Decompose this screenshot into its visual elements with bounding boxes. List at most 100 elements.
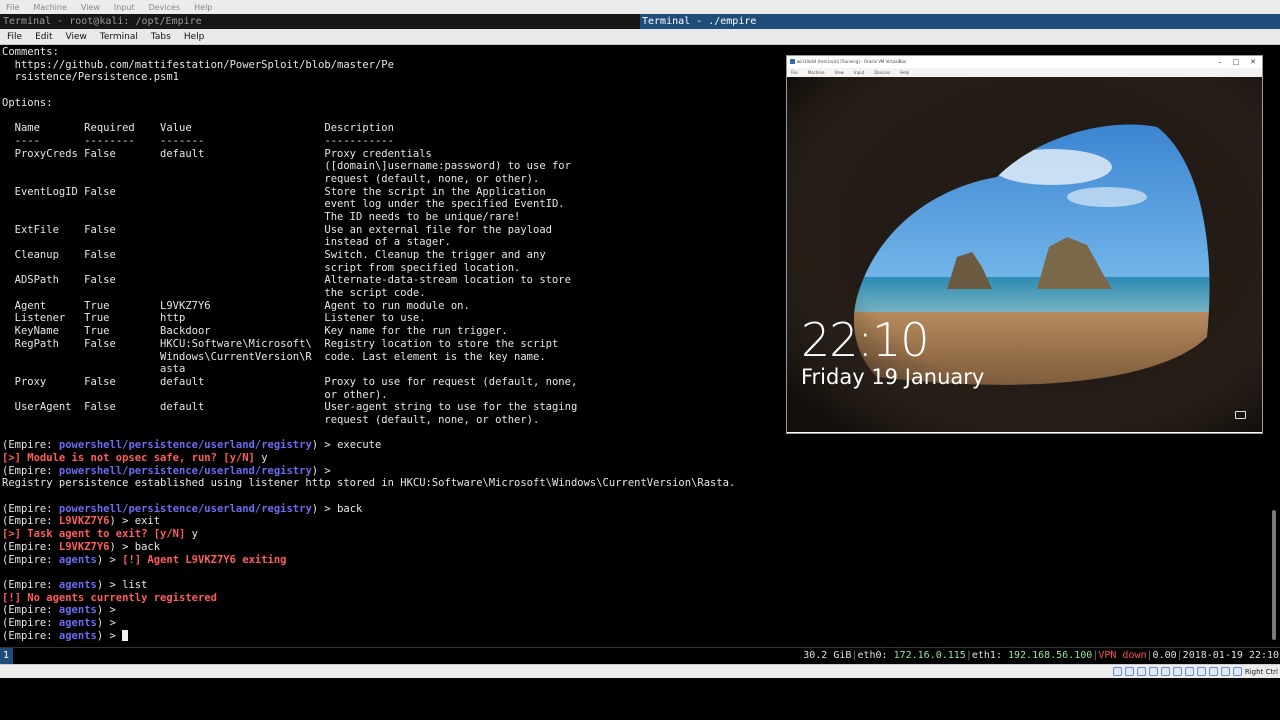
tmux-status-bar: 1 30.2 GiB | eth0: 172.16.0.115 | eth1: 192.…: [0, 647, 1280, 664]
terminal-text: (Empire:: [2, 616, 59, 629]
shared-folder-icon[interactable]: [1173, 667, 1182, 676]
terminal-text: ) >: [96, 629, 123, 642]
terminal-line: (Empire: agents) >: [2, 617, 735, 630]
optical-drive-icon[interactable]: [1125, 667, 1134, 676]
terminal-text: (Empire:: [2, 578, 59, 591]
terminal-line: Listener True http Listener to use.: [2, 312, 735, 325]
terminal-text: or other).: [2, 388, 388, 401]
terminal-line: (Empire: powershell/persistence/userland…: [2, 503, 735, 516]
vm-window[interactable]: win10x64 (test.local) [Running] - Oracle…: [786, 55, 1263, 434]
status-memory: 30.2 GiB: [803, 650, 852, 661]
host-status-bar: Right Ctrl: [0, 664, 1280, 678]
window-titles-bar: Terminal - root@kali: /opt/Empire Termin…: [0, 14, 1280, 29]
terminal-line: (Empire: agents) > list: [2, 579, 735, 592]
vm-titlebar[interactable]: win10x64 (test.local) [Running] - Oracle…: [787, 56, 1262, 68]
terminal-line: RegPath False HKCU:Software\Microsoft\ R…: [2, 338, 735, 351]
cpu-icon[interactable]: [1209, 667, 1218, 676]
menu-file[interactable]: File: [7, 32, 22, 42]
terminal-title-active[interactable]: Terminal - ./empire: [640, 14, 1280, 29]
terminal-text: Agent True L9VKZ7Y6 Agent to run module …: [2, 299, 470, 312]
network-adapter-icon[interactable]: [1149, 667, 1158, 676]
terminal-line: UserAgent False default User-agent strin…: [2, 401, 735, 414]
terminal-text: ExtFile False Use an external file for t…: [2, 223, 552, 236]
terminal-text: ) > exit: [109, 515, 161, 528]
usb-icon[interactable]: [1161, 667, 1170, 676]
terminal-text: ProxyCreds False default Proxy credentia…: [2, 147, 432, 160]
menu-tabs[interactable]: Tabs: [151, 32, 171, 42]
host-menu-bar: File Machine View Input Devices Help: [0, 0, 1280, 14]
terminal-text: y: [191, 528, 198, 541]
terminal-text: Options:: [2, 96, 53, 109]
windows-lock-screen[interactable]: 22:10 Friday 19 January: [787, 77, 1262, 432]
terminal-text: event log under the specified EventID.: [2, 198, 565, 211]
terminal-text: Cleanup False Switch. Cleanup the trigge…: [2, 249, 546, 261]
vm-menu-devices[interactable]: Devices: [874, 68, 890, 77]
terminal-text: ) > execute: [311, 439, 382, 452]
keyboard-icon[interactable]: [1233, 667, 1242, 676]
terminal-line: [!] No agents currently registered: [2, 592, 735, 605]
terminal-scrollbar[interactable]: [1268, 45, 1280, 647]
terminal-line: ProxyCreds False default Proxy credentia…: [2, 148, 735, 161]
maximize-icon[interactable]: □: [1233, 56, 1240, 68]
terminal-text: L9VKZ7Y6: [58, 540, 110, 553]
scrollbar-thumb[interactable]: [1272, 510, 1276, 640]
terminal-text: request (default, none, or other).: [2, 413, 540, 426]
terminal-text: script from specified location.: [2, 261, 521, 274]
host-menu-input[interactable]: Input: [114, 3, 135, 12]
vm-menu-file[interactable]: File: [791, 68, 798, 77]
vm-menu-help[interactable]: Help: [900, 68, 909, 77]
terminal-line: event log under the specified EventID.: [2, 198, 735, 211]
hard-disk-icon[interactable]: [1113, 667, 1122, 676]
terminal-line: (Empire: powershell/persistence/userland…: [2, 465, 735, 478]
terminal-line: Name Required Value Description: [2, 122, 735, 135]
menu-view[interactable]: View: [66, 32, 87, 42]
mouse-integration-icon[interactable]: [1221, 667, 1230, 676]
minimize-icon[interactable]: –: [1218, 56, 1222, 68]
host-menu-help[interactable]: Help: [194, 3, 212, 12]
terminal-title-inactive[interactable]: Terminal - root@kali: /opt/Empire: [0, 14, 640, 29]
vm-menu-machine[interactable]: Machine: [808, 68, 825, 77]
terminal-line: (Empire: L9VKZ7Y6) > exit: [2, 515, 735, 528]
host-menu-devices[interactable]: Devices: [149, 3, 181, 12]
terminal-line: instead of a stager.: [2, 236, 735, 249]
terminal-text: [!] No agents currently registered: [2, 591, 217, 604]
terminal-line: Comments:: [2, 46, 735, 59]
host-menu-file[interactable]: File: [6, 3, 19, 12]
terminal-line: [>] Module is not opsec safe, run? [y/N]…: [2, 452, 735, 465]
terminal-line: script from specified location.: [2, 262, 735, 275]
audio-icon[interactable]: [1137, 667, 1146, 676]
terminal-line: rsistence/Persistence.psm1: [2, 71, 735, 84]
terminal-text: request (default, none, or other).: [2, 172, 540, 185]
host-menu-machine[interactable]: Machine: [33, 3, 67, 12]
terminal-text: agents: [58, 616, 97, 629]
terminal-text: instead of a stager.: [2, 236, 451, 249]
menu-help[interactable]: Help: [184, 32, 205, 42]
terminal-text: (Empire:: [2, 464, 59, 477]
terminal-line: The ID needs to be unique/rare!: [2, 211, 735, 224]
terminal-text: Comments:: [2, 46, 59, 58]
close-icon[interactable]: ✕: [1250, 56, 1256, 68]
cursor-block: [122, 629, 129, 641]
status-right: 30.2 GiB | eth0: 172.16.0.115 | eth1: 192.16…: [803, 648, 1279, 664]
menu-edit[interactable]: Edit: [35, 32, 52, 42]
terminal-text: ) >: [96, 616, 116, 629]
network-icon[interactable]: [1235, 411, 1246, 419]
vm-menu-input[interactable]: Input: [854, 68, 864, 77]
menu-terminal[interactable]: Terminal: [100, 32, 138, 42]
host-menu-view[interactable]: View: [81, 3, 100, 12]
terminal-line: (Empire: agents) >: [2, 629, 735, 643]
terminal-text: ) > back: [311, 502, 363, 515]
terminal-line: ([domain\]username:password) to use for: [2, 160, 735, 173]
terminal-text: (Empire:: [2, 553, 59, 566]
terminal-line: ---- -------- ------- -----------: [2, 135, 735, 148]
video-capture-icon[interactable]: [1197, 667, 1206, 676]
vm-menu-bar: File Machine View Input Devices Help: [787, 68, 1262, 77]
virtualbox-icon: [790, 59, 795, 64]
display-icon[interactable]: [1185, 667, 1194, 676]
tmux-window-index[interactable]: 1: [0, 648, 13, 664]
terminal-line: Registry persistence established using l…: [2, 477, 735, 490]
vm-menu-view[interactable]: View: [834, 68, 844, 77]
terminal-text: (Empire:: [2, 502, 59, 515]
